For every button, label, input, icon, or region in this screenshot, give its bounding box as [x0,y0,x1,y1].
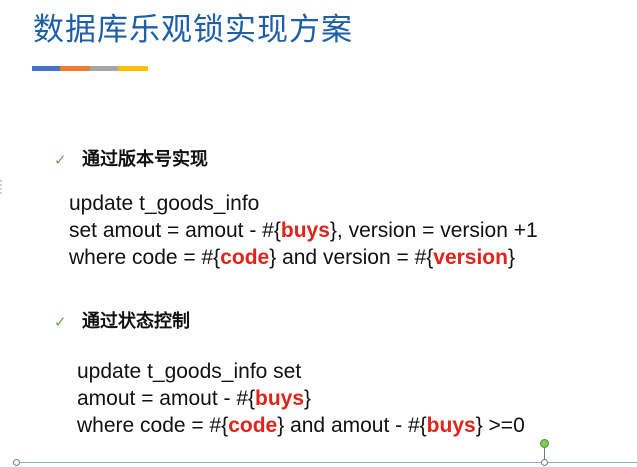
section-heading-status: 通过状态控制 [82,311,190,332]
resize-handle[interactable] [13,459,20,466]
code-line: set amout = amout - #{buys}, version = v… [69,219,538,242]
accent-bar-yellow [118,66,148,71]
checkmark-icon: ✓ [54,313,67,331]
code-line: update t_goods_info [69,192,260,215]
code-line: update t_goods_info set [77,360,302,383]
checkmark-icon: ✓ [54,151,67,169]
accent-bar-gray [90,66,118,71]
accent-bar-orange [60,66,90,71]
resize-handle[interactable] [541,459,548,466]
highlight-param: version [433,246,508,269]
highlight-param: code [220,246,270,269]
code-line: where code = #{code} and amout - #{buys}… [77,414,525,437]
slide-edge-marker [0,180,6,194]
code-block-version: update t_goods_info set amout = amout - … [69,190,538,271]
code-block-status: update t_goods_info set amout = amout - … [77,358,525,439]
accent-bar-blue [32,66,60,71]
highlight-param: buys [280,219,330,242]
rotation-handle[interactable] [540,439,549,448]
highlight-param: buys [426,414,476,437]
highlight-param: buys [255,387,305,410]
code-line: amout = amout - #{buys} [77,387,312,410]
slide-title: 数据库乐观锁实现方案 [33,12,353,48]
highlight-param: code [228,414,278,437]
code-line: where code = #{code} and version = #{ver… [69,246,515,269]
section-heading-version: 通过版本号实现 [82,149,208,170]
